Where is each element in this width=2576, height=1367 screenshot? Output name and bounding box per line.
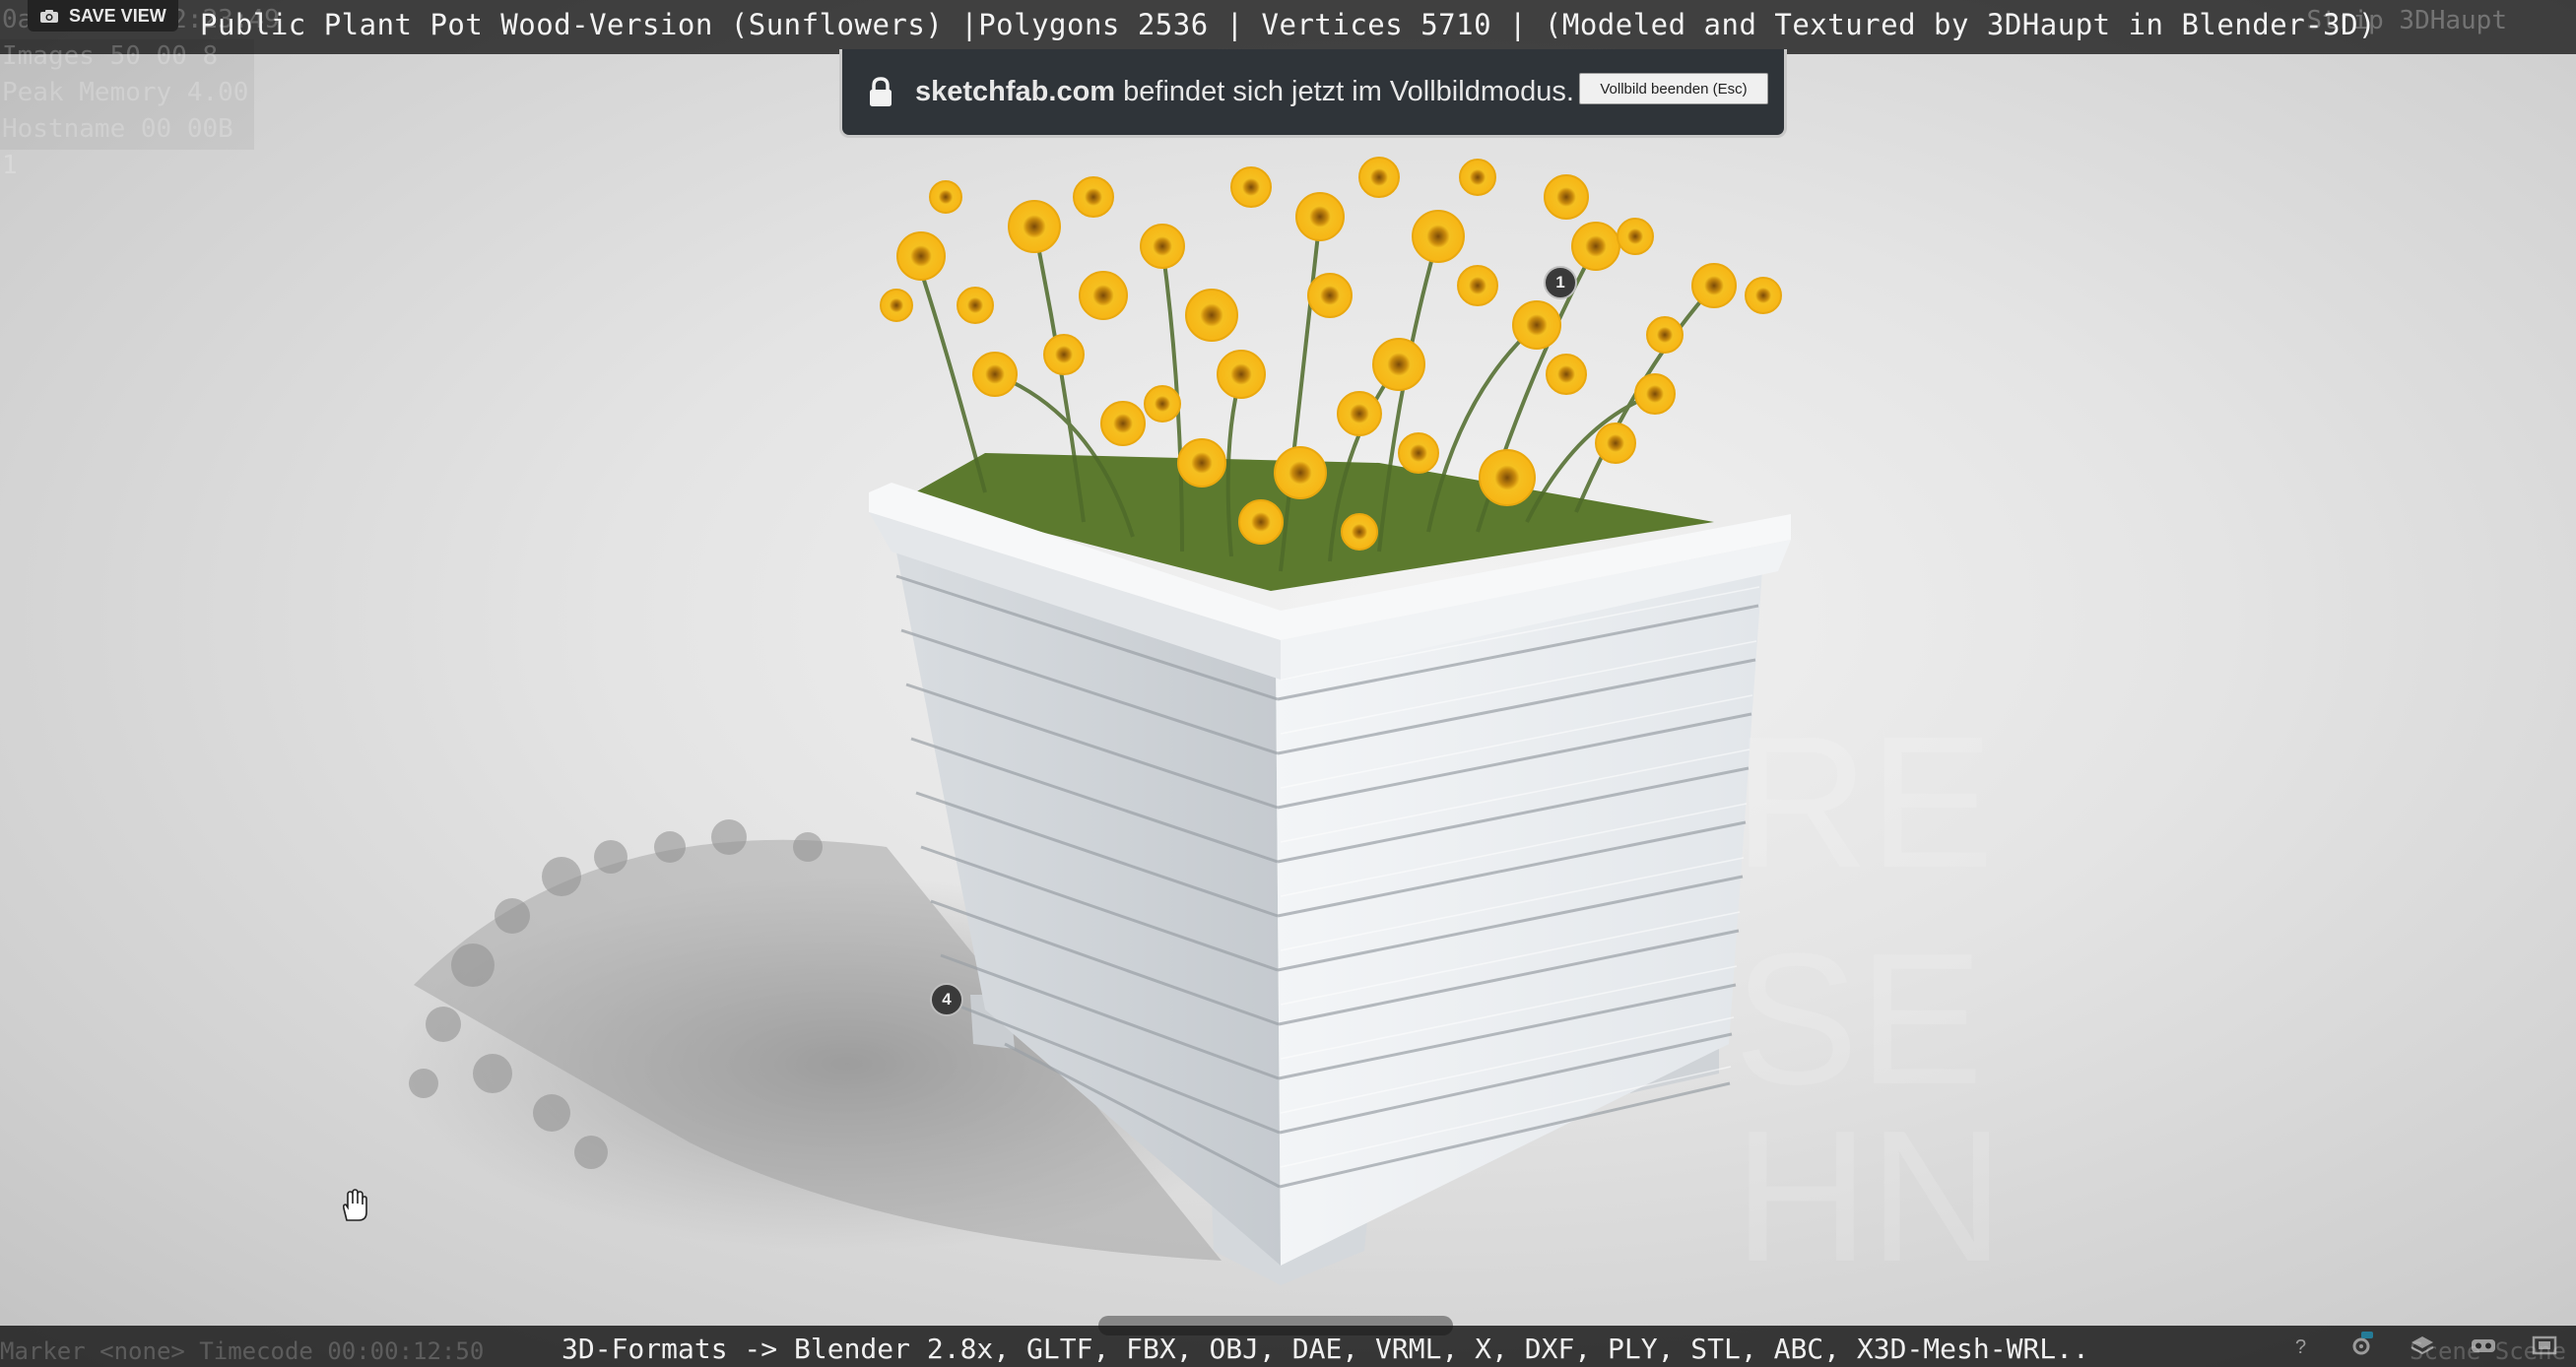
help-icon[interactable]: ? (2286, 1332, 2314, 1359)
save-view-label: SAVE VIEW (69, 5, 166, 26)
fullscreen-notification: sketchfab.com befindet sich jetzt im Vol… (839, 49, 1787, 138)
camera-icon (40, 9, 58, 23)
settings-icon[interactable] (2347, 1332, 2375, 1359)
fullscreen-icon[interactable] (2531, 1332, 2558, 1359)
debug-line: Images 50 00 8 (2, 41, 219, 71)
3d-viewport[interactable]: RE SE HN 1 4 (0, 0, 2576, 1367)
timeline-ghost-text: Marker <none> Timecode 00:00:12:50 (0, 1337, 485, 1365)
viewer-toolbar: ? (2286, 1332, 2558, 1359)
debug-line: Peak Memory 4.00 (2, 78, 249, 107)
annotation-hotspot-1[interactable]: 1 (1544, 266, 1577, 299)
svg-text:HN: HN (1734, 1092, 2004, 1301)
fullscreen-message-text: befindet sich jetzt im Vollbildmodus. (1123, 76, 1574, 107)
debug-line: 1 (2, 151, 18, 180)
svg-text:?: ? (2295, 1336, 2306, 1358)
fullscreen-message: sketchfab.com befindet sich jetzt im Vol… (915, 76, 1574, 108)
annotation-hotspot-4[interactable]: 4 (930, 983, 963, 1016)
fullscreen-domain: sketchfab.com (915, 76, 1116, 107)
background-watermark: RESEHN (1734, 698, 2004, 1301)
hand-cursor-icon (342, 1189, 367, 1221)
footer-bar: Marker <none> Timecode 00:00:12:50 3D-Fo… (0, 1326, 2576, 1367)
save-view-button[interactable]: SAVE VIEW (28, 0, 178, 32)
layers-icon[interactable] (2409, 1332, 2436, 1359)
svg-text:RE: RE (1734, 698, 1994, 907)
exit-fullscreen-button[interactable]: Vollbild beenden (Esc) (1579, 73, 1768, 104)
debug-line: Hostname 00 00B (2, 114, 233, 144)
lock-icon (870, 76, 892, 106)
formats-caption: 3D-Formats -> Blender 2.8x, GLTF, FBX, O… (561, 1333, 2089, 1365)
model-title: Public Plant Pot Wood-Version (Sunflower… (199, 8, 2376, 41)
title-bar: 0ae-21-17 12:23:49 Images 50 00 8 Peak M… (0, 0, 2576, 180)
plant-pot-model: RESEHN (394, 157, 2004, 1301)
vr-icon[interactable] (2470, 1332, 2497, 1359)
